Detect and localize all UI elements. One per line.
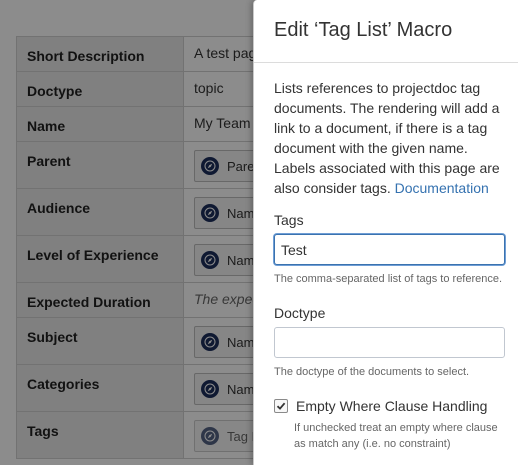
- macro-editor-dialog: Edit ‘Tag List’ Macro Lists references t…: [253, 0, 518, 465]
- documentation-link[interactable]: Documentation: [395, 180, 489, 196]
- empty-where-label: Empty Where Clause Handling: [296, 398, 488, 414]
- empty-where-checkbox[interactable]: [274, 399, 288, 413]
- tags-help: The comma-separated list of tags to refe…: [274, 273, 503, 285]
- empty-where-help: If unchecked treat an empty where clause…: [294, 422, 498, 450]
- empty-where-row: Empty Where Clause Handling: [274, 398, 505, 414]
- tags-input[interactable]: [274, 234, 505, 265]
- doctype-help: The doctype of the documents to select.: [274, 366, 470, 378]
- macro-description: Lists references to projectdoc tag docum…: [274, 78, 505, 198]
- tags-field-group: Tags The comma-separated list of tags to…: [274, 212, 505, 287]
- dialog-title: Edit ‘Tag List’ Macro: [254, 0, 518, 63]
- doctype-input[interactable]: [274, 327, 505, 358]
- doctype-label: Doctype: [274, 305, 326, 321]
- empty-where-field-group: Empty Where Clause Handling If unchecked…: [274, 398, 505, 452]
- macro-description-text: Lists references to projectdoc tag docum…: [274, 80, 500, 196]
- doctype-field-group: Doctype The doctype of the documents to …: [274, 305, 505, 380]
- checkmark-icon: [276, 402, 286, 410]
- tags-label: Tags: [274, 212, 304, 228]
